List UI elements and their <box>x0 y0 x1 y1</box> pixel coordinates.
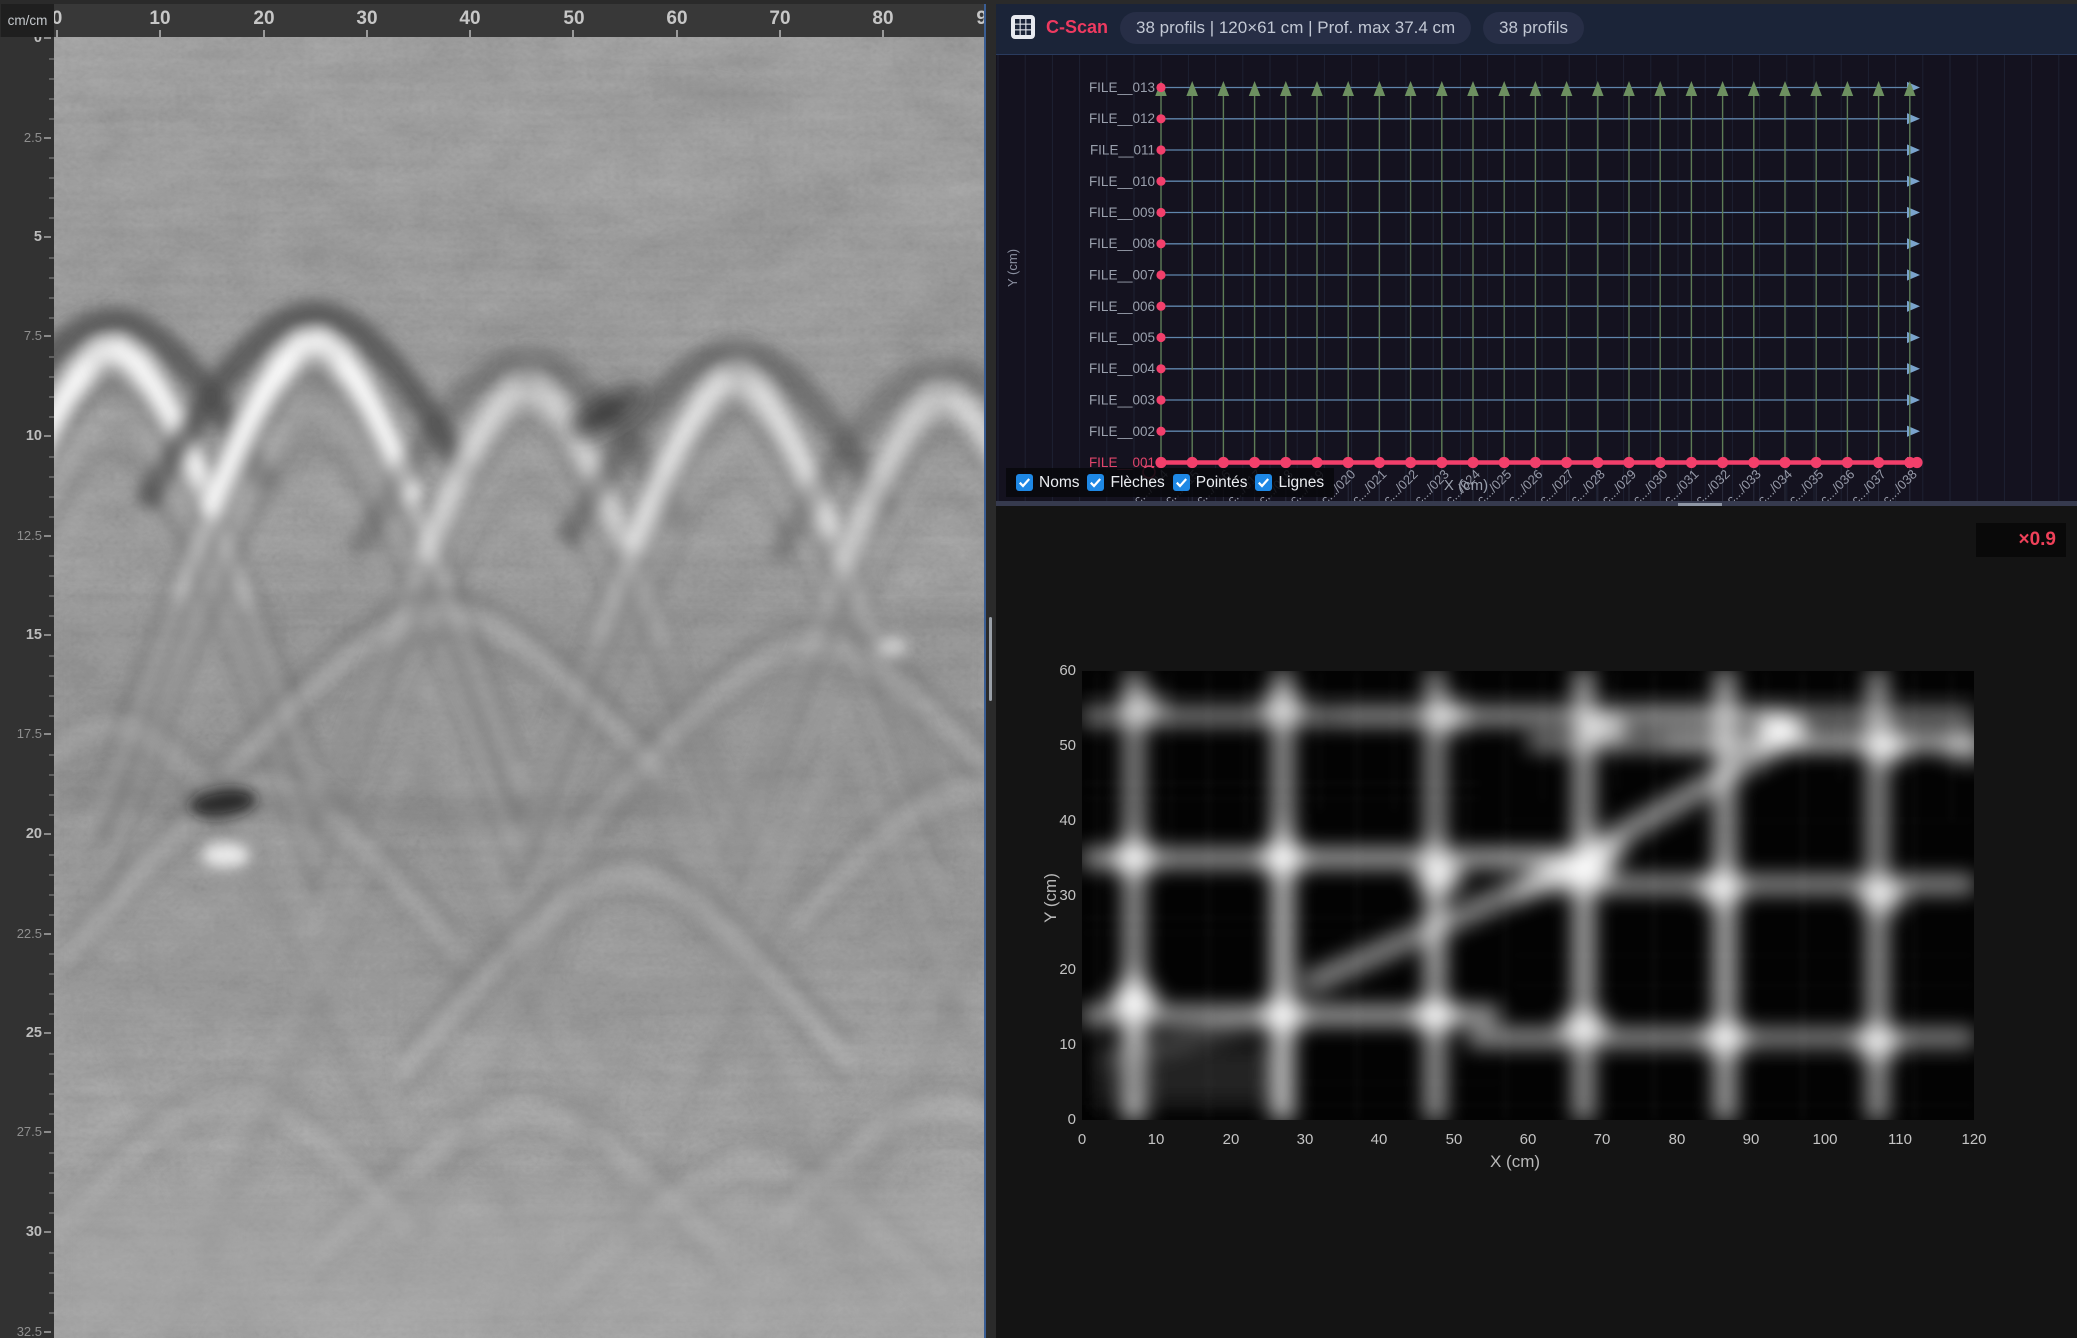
svg-text:FILE__011: FILE__011 <box>1090 143 1155 158</box>
svg-text:FILE__009: FILE__009 <box>1089 205 1155 220</box>
svg-text:FILE__012: FILE__012 <box>1089 111 1155 126</box>
svg-text:FILE__004: FILE__004 <box>1089 361 1156 376</box>
svg-text:FILE__013: FILE__013 <box>1089 80 1155 95</box>
svg-text:Y (cm): Y (cm) <box>1005 249 1020 287</box>
svg-text:FILE__008: FILE__008 <box>1089 236 1155 251</box>
svg-text:FILE__003: FILE__003 <box>1089 393 1155 408</box>
svg-text:FILE__007: FILE__007 <box>1089 268 1155 283</box>
svg-text:FILE__010: FILE__010 <box>1089 174 1155 189</box>
svg-text:FILE__006: FILE__006 <box>1089 299 1155 314</box>
svg-text:FILE__005: FILE__005 <box>1089 330 1155 345</box>
svg-text:X (cm): X (cm) <box>1444 477 1488 494</box>
svg-text:FILE__002: FILE__002 <box>1089 424 1155 439</box>
